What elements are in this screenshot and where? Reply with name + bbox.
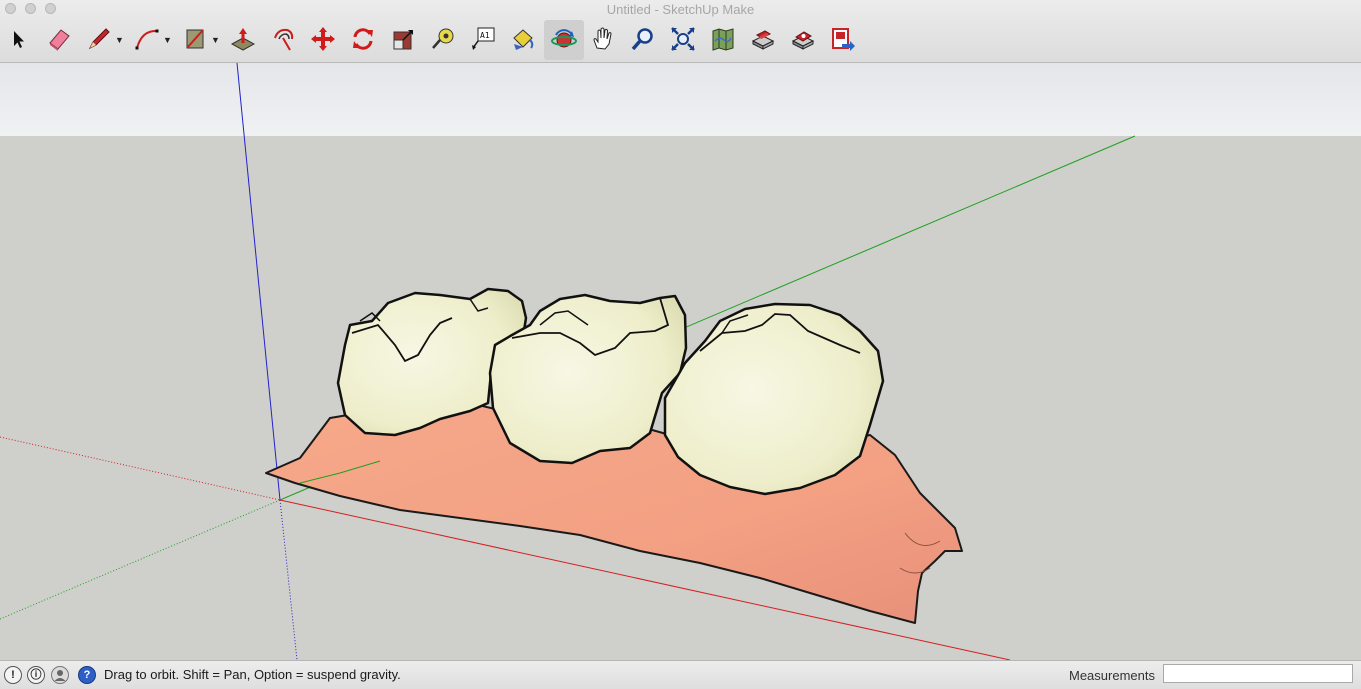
select-tool-button[interactable]	[2, 22, 36, 56]
send-to-layout-tool-button[interactable]	[826, 22, 860, 56]
arc-icon	[135, 29, 159, 50]
scale-tool-button[interactable]	[386, 22, 420, 56]
push-pull-tool-button[interactable]	[226, 22, 260, 56]
zoom-extents-icon	[671, 27, 695, 51]
toolbar-region: Untitled - SketchUp Make ▼ ▼ ▼ A1	[0, 0, 1361, 63]
paint-bucket-tool-button[interactable]	[506, 22, 540, 56]
3d-warehouse-tool-button[interactable]	[746, 22, 780, 56]
arc-tool-button[interactable]	[130, 22, 164, 56]
eraser-tool-button[interactable]	[42, 22, 76, 56]
move-arrows-icon	[311, 27, 335, 51]
rectangle-tool-dropdown-arrow[interactable]: ▼	[211, 35, 220, 45]
tape-measure-icon	[432, 28, 454, 49]
offset-tool-button[interactable]	[266, 22, 300, 56]
hand-icon	[593, 27, 612, 50]
measurements-input[interactable]	[1163, 664, 1353, 683]
map-icon	[712, 28, 734, 51]
layout-icon	[832, 28, 855, 51]
tape-measure-tool-button[interactable]	[426, 22, 460, 56]
text-tool-button[interactable]: A1	[466, 22, 500, 56]
pan-tool-button[interactable]	[586, 22, 620, 56]
rotate-icon	[353, 28, 373, 50]
sky-area	[0, 63, 1361, 136]
rotate-tool-button[interactable]	[346, 22, 380, 56]
line-tool-dropdown-arrow[interactable]: ▼	[115, 35, 124, 45]
measurements-label: Measurements	[1069, 668, 1155, 683]
geo-location-icon[interactable]: !	[4, 666, 22, 684]
paint-bucket-icon	[513, 29, 534, 50]
line-tool-button[interactable]	[82, 22, 116, 56]
eraser-icon	[49, 29, 70, 51]
text-label-icon: A1	[472, 27, 495, 50]
zoom-tool-button[interactable]	[626, 22, 660, 56]
orbit-tool-button[interactable]	[544, 20, 584, 60]
status-message: Drag to orbit. Shift = Pan, Option = sus…	[104, 667, 401, 682]
zoom-extents-tool-button[interactable]	[666, 22, 700, 56]
scale-icon	[393, 30, 413, 50]
orbit-icon	[551, 29, 577, 48]
rectangle-tool-button[interactable]	[178, 22, 212, 56]
rectangle-icon	[186, 29, 204, 49]
extension-icon	[791, 31, 815, 50]
extension-warehouse-tool-button[interactable]	[786, 22, 820, 56]
move-tool-button[interactable]	[306, 22, 340, 56]
offset-icon	[274, 28, 294, 51]
help-icon[interactable]: ?	[78, 666, 96, 684]
arrow-cursor-icon	[14, 31, 24, 48]
arc-tool-dropdown-arrow[interactable]: ▼	[163, 35, 172, 45]
text-tool-glyph: A1	[480, 31, 490, 40]
magnifier-icon	[631, 28, 653, 51]
window-title: Untitled - SketchUp Make	[606, 2, 755, 17]
credits-icon[interactable]: ⓘ	[27, 666, 45, 684]
model-viewport[interactable]	[0, 63, 1361, 660]
pencil-icon	[88, 28, 110, 50]
warehouse-icon	[751, 30, 775, 50]
user-account-icon[interactable]	[51, 666, 69, 684]
add-location-tool-button[interactable]	[706, 22, 740, 56]
scene-canvas[interactable]	[0, 63, 1361, 660]
status-bar: ! ⓘ ? Drag to orbit. Shift = Pan, Option…	[0, 660, 1361, 689]
push-pull-icon	[230, 28, 256, 51]
